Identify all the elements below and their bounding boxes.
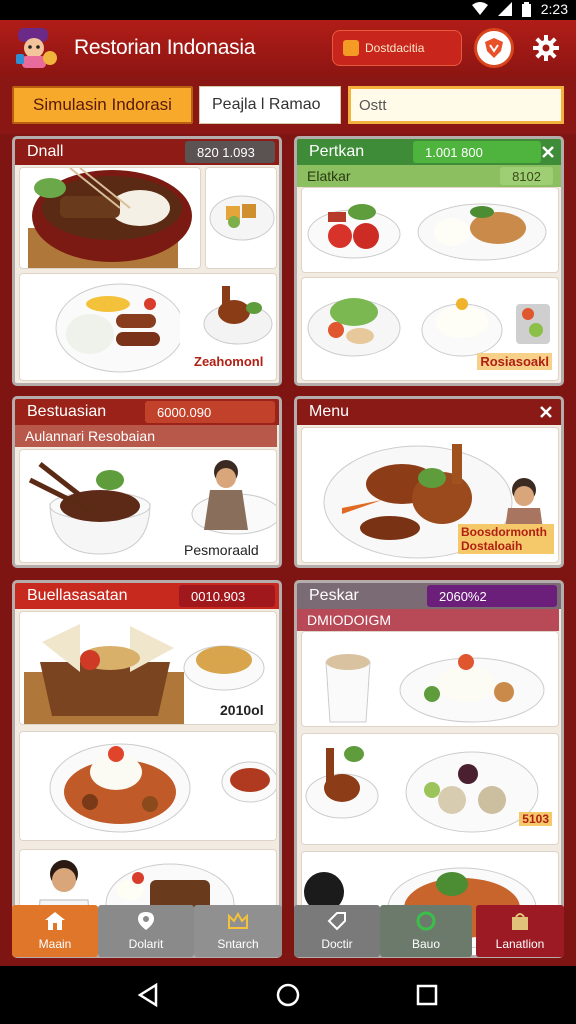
app-title: Restorian Indonasia [74, 36, 256, 59]
panel-title: Pertkan [309, 143, 365, 160]
food-cell[interactable]: Pesmoraald [19, 449, 277, 563]
wifi-icon [471, 2, 488, 15]
panel-menu[interactable]: Menu Boosdormonth Dostaloaih [294, 396, 564, 568]
gear-icon [533, 35, 559, 61]
tab-doctor[interactable]: Doctir [294, 905, 380, 957]
name-field[interactable]: Peajla l Ramao [199, 86, 341, 124]
nasi-campur-plate-image [325, 654, 545, 723]
tab-label: Bauo [411, 937, 441, 951]
panel-subvalue: 8102 [500, 167, 553, 185]
panel-pertkan[interactable]: Pertkan 1.001 800 Elatkar 8102 Rosiasoak… [294, 136, 564, 386]
panel-value: 1.001 800 [413, 141, 541, 163]
system-navigation-bar [0, 966, 576, 1024]
search-field[interactable]: Ostt [348, 86, 564, 124]
panel-title: Bestuasian [27, 403, 107, 420]
status-time: 2:23 [540, 1, 568, 17]
bag-icon [512, 913, 528, 930]
app-bar: Restorian Indonasia Dostdacitia [0, 20, 576, 76]
home-circle-icon[interactable] [273, 980, 303, 1010]
circle-check-icon [416, 911, 436, 931]
curry-rice-plate-image [49, 743, 276, 833]
simulation-tab[interactable]: Simulasin Indorasi [12, 86, 193, 124]
tab-label: Maain [38, 937, 72, 951]
panel-dnall[interactable]: Dnall 820 1.093 Zeahomonl [12, 136, 282, 386]
panel-value: 6000.090 [145, 401, 275, 423]
panel-value: 820 1.093 [185, 141, 275, 163]
food-cell[interactable] [19, 731, 277, 841]
tab-location[interactable]: Dolarit [98, 905, 194, 957]
tab-search[interactable]: Sntarch [194, 905, 282, 957]
back-icon[interactable] [134, 980, 164, 1010]
promo-button[interactable]: Dostdacitia [332, 30, 462, 66]
tab-label: Doctir [321, 937, 353, 951]
recents-icon[interactable] [412, 980, 442, 1010]
panel-title: Buellasasatan [27, 587, 128, 604]
filter-toolbar: Simulasin Indorasi Peajla l Ramao Ostt [0, 76, 576, 134]
shield-icon [485, 38, 503, 58]
cell-label: Pesmoraald [184, 542, 259, 558]
close-icon[interactable] [541, 145, 555, 159]
tab-label: Sntarch [217, 937, 259, 951]
panel-value: 2060%2 [427, 585, 557, 607]
map-pin-icon [138, 912, 154, 930]
fried-tofu-bowl-image [209, 195, 275, 241]
panel-value: 0010.903 [179, 585, 275, 607]
tag-icon [327, 912, 346, 931]
panel-bestuasian[interactable]: Bestuasian 6000.090 Aulannari Resobaian … [12, 396, 282, 568]
cell-label: 5103 [519, 812, 552, 826]
panel-subheader: DMIODOIGM [297, 609, 559, 631]
food-cell[interactable]: Zeahomonl [19, 273, 277, 381]
chef-mascot-logo-icon [16, 28, 57, 68]
cell-label: Rosiasoakl [477, 353, 552, 370]
panel-title: Peskar [309, 587, 359, 604]
battery-icon [521, 1, 531, 17]
food-cell[interactable] [301, 187, 559, 273]
cell-label: Zeahomonl [194, 354, 264, 369]
tomato-plate-image [307, 203, 547, 261]
tab-bauo[interactable]: Bauo [380, 905, 472, 957]
settings-button[interactable] [528, 30, 564, 66]
status-bar: 2:23 [0, 0, 576, 20]
food-cell[interactable] [301, 631, 559, 727]
chicken-leg-bowl-image [305, 746, 539, 833]
panel-subtitle: Aulannari Resobaian [25, 428, 155, 444]
panel-title: Dnall [27, 143, 64, 160]
food-cell[interactable] [205, 167, 277, 269]
crown-icon [228, 911, 248, 929]
satay-rice-bowl-image [28, 168, 192, 268]
tab-home[interactable]: Maain [12, 905, 98, 957]
app-root: 2:23 Restorian Indonasia Dostdacitia Sim… [0, 0, 576, 1024]
food-cell[interactable]: Rosiasoakl [301, 277, 559, 381]
promo-button-label: Dostdacitia [365, 41, 425, 55]
panel-peskar[interactable]: Peskar 2060%2 DMIODOIGM 5103 [294, 580, 564, 958]
signal-icon [497, 2, 512, 16]
bag-icon [343, 40, 359, 56]
panel-buellasasatan[interactable]: Buellasasatan 0010.903 2010ol [12, 580, 282, 958]
tab-label: Dolarit [128, 937, 164, 951]
food-cell[interactable]: 5103 [301, 733, 559, 845]
food-cell[interactable]: 2010ol [19, 611, 277, 725]
chicken-bowl-image [203, 286, 273, 345]
shield-button[interactable] [474, 28, 514, 68]
home-icon [45, 912, 65, 930]
menu-overlay-label: Boosdormonth Dostaloaih [458, 524, 554, 554]
tab-label: Lanatlion [495, 937, 545, 951]
panel-title: Menu [309, 403, 350, 420]
panel-subtitle: Elatkar [307, 168, 351, 184]
panel-header: Menu [297, 399, 561, 425]
sausage-plate-image [55, 283, 185, 373]
cell-label: 2010ol [220, 702, 264, 718]
panel-subtitle: DMIODOIGM [307, 612, 391, 628]
panel-subheader: Aulannari Resobaian [15, 425, 277, 447]
food-cell[interactable]: Boosdormonth Dostaloaih [301, 427, 559, 563]
food-cell[interactable] [19, 167, 201, 269]
tab-location-settings[interactable]: Lanatlion [476, 905, 564, 957]
close-icon[interactable] [539, 405, 553, 419]
